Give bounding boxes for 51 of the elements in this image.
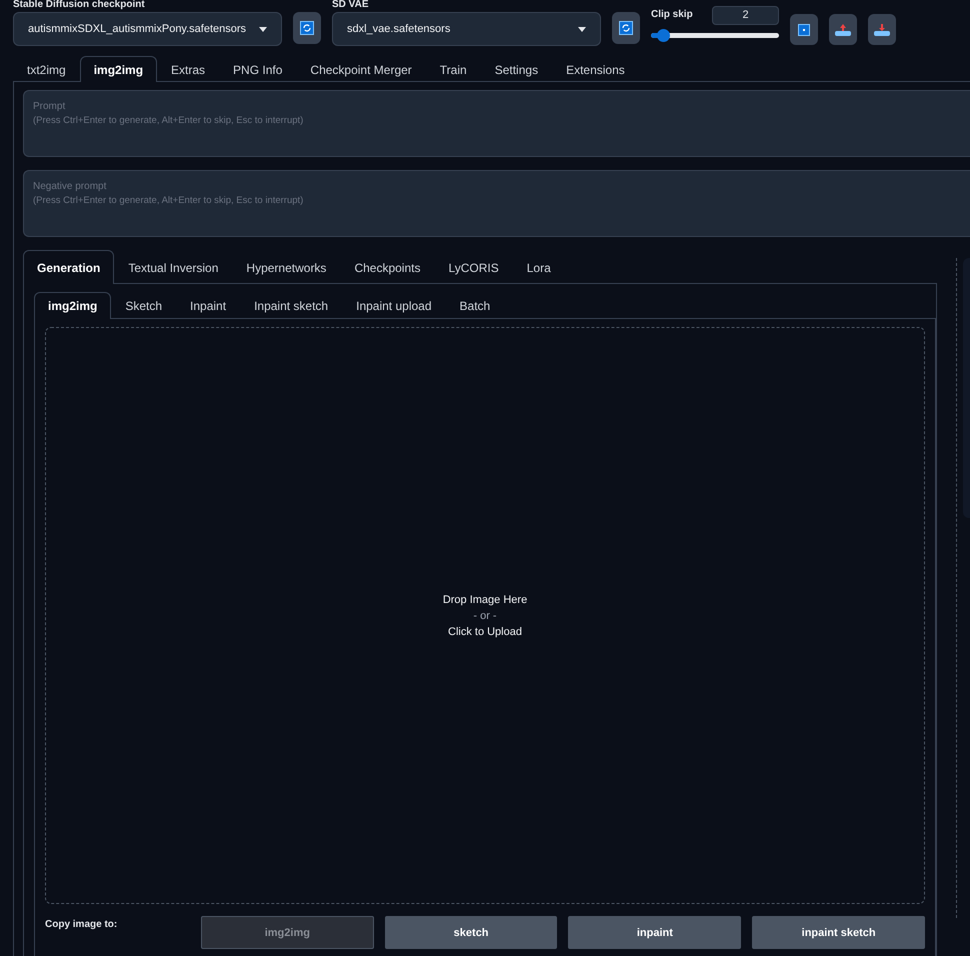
slider-thumb[interactable] xyxy=(656,29,670,42)
download-icon xyxy=(874,24,890,36)
copy-label: Copy image to: xyxy=(45,919,118,930)
tab[interactable]: Hypernetworks xyxy=(232,250,340,284)
tab[interactable]: img2img xyxy=(34,292,112,319)
copy-button[interactable]: inpaint sketch xyxy=(752,916,926,949)
tab[interactable]: Sketch xyxy=(111,292,176,319)
tab[interactable]: img2img xyxy=(80,56,158,82)
tool-button[interactable] xyxy=(868,14,896,45)
tab[interactable]: Settings xyxy=(480,56,552,82)
field-label: Prompt xyxy=(33,101,66,112)
negative-prompt-field[interactable]: (Press Ctrl+Enter to generate, Alt+Enter to skip, Esc to interrupt) xyxy=(33,195,961,206)
refresh-button[interactable] xyxy=(293,12,321,44)
square-icon xyxy=(798,24,810,36)
upload-text: Drop Image Here xyxy=(442,594,528,606)
copy-button[interactable]: inpaint xyxy=(568,916,742,949)
vae-dropdown[interactable]: sdxl_vae.safetensors xyxy=(332,12,601,46)
tab[interactable]: Inpaint xyxy=(176,292,240,319)
tab[interactable]: Generation xyxy=(23,250,114,284)
caret-icon xyxy=(578,26,586,32)
field-label: SD VAE xyxy=(332,0,370,12)
caret-icon xyxy=(259,26,267,32)
refresh-icon xyxy=(619,21,633,35)
tab[interactable]: Textual Inversion xyxy=(114,250,232,284)
tab[interactable]: Inpaint sketch xyxy=(240,292,342,319)
field-label: Clip skip xyxy=(651,10,693,22)
tab[interactable]: Extensions xyxy=(552,56,639,82)
tab[interactable]: txt2img xyxy=(13,56,80,82)
refresh-icon xyxy=(300,21,314,35)
upload-area[interactable]: Drop Image Here - or - Click to Upload xyxy=(45,327,925,904)
tool-button[interactable] xyxy=(829,14,857,45)
upload-text: - or - xyxy=(473,610,497,622)
field-label: Negative prompt xyxy=(33,181,108,192)
tab[interactable]: Inpaint upload xyxy=(342,292,446,319)
number-field[interactable]: 2 xyxy=(712,6,779,25)
tab[interactable]: Lora xyxy=(512,250,565,284)
tab[interactable]: Checkpoints xyxy=(340,250,434,284)
tab[interactable]: Extras xyxy=(157,56,220,82)
tab[interactable]: Batch xyxy=(446,292,504,319)
checkpoint-dropdown[interactable]: autismmixSDXL_autismmixPony.safetensors xyxy=(13,12,282,46)
copy-button[interactable]: sketch xyxy=(384,916,558,949)
upload-icon xyxy=(835,24,851,36)
tab[interactable]: Train xyxy=(426,56,481,82)
refresh-button[interactable] xyxy=(612,12,640,44)
tab[interactable]: LyCORIS xyxy=(434,250,513,284)
upload-link[interactable]: Click to Upload xyxy=(448,626,522,638)
tab[interactable]: Checkpoint Merger xyxy=(296,56,426,82)
tab[interactable]: PNG Info xyxy=(219,56,296,82)
tool-button[interactable] xyxy=(790,14,818,45)
field-label: Stable Diffusion checkpoint xyxy=(13,0,146,12)
prompt-field[interactable]: (Press Ctrl+Enter to generate, Alt+Enter to skip, Esc to interrupt) xyxy=(33,115,961,126)
